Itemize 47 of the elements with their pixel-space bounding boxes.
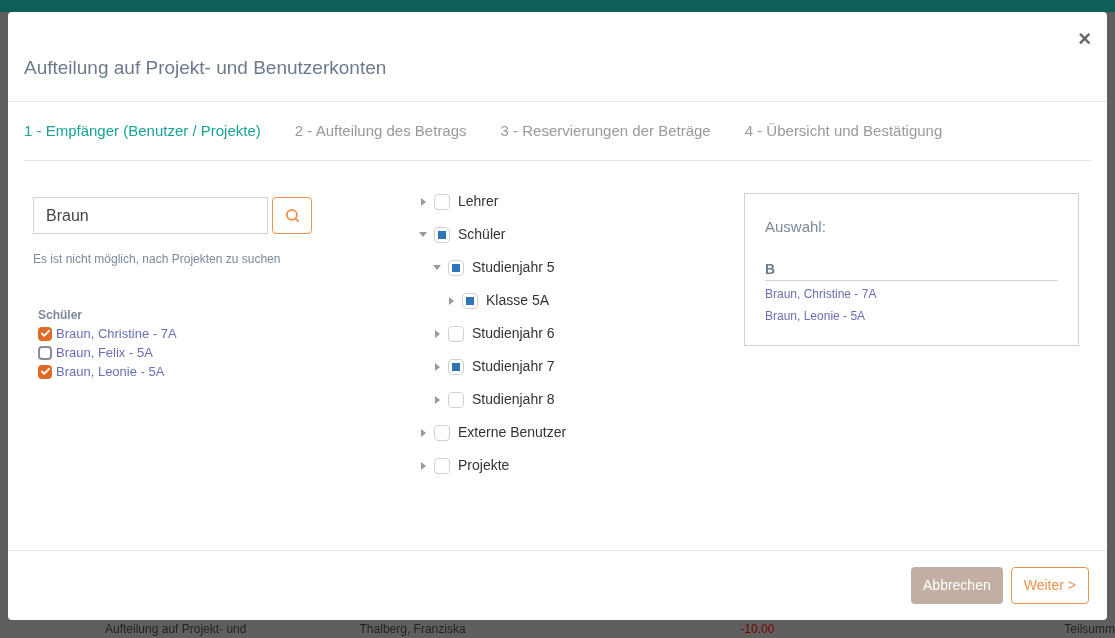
- selection-heading: Auswahl:: [765, 217, 827, 237]
- selected-recipient[interactable]: Braun, Christine - 7A: [765, 284, 1058, 303]
- tree-label[interactable]: Studienjahr 6: [472, 323, 555, 344]
- check-icon: [39, 366, 51, 377]
- tree-checkbox[interactable]: [434, 457, 450, 474]
- result-label[interactable]: Braun, Felix - 5A: [56, 342, 153, 363]
- background-table-cell-text: -10.00: [739, 621, 775, 638]
- search-field[interactable]: Braun: [33, 197, 268, 234]
- tree-label[interactable]: Studienjahr 5: [472, 257, 555, 278]
- check-icon: [39, 328, 51, 339]
- background-table-cell-text: Thalberg, Franziska: [359, 621, 467, 638]
- result-label[interactable]: Braun, Leonie - 5A: [56, 361, 165, 382]
- tree-label[interactable]: Studienjahr 7: [472, 356, 555, 377]
- tree-checkbox[interactable]: [448, 259, 464, 276]
- tree-checkbox[interactable]: [448, 358, 464, 375]
- background-table-cell-text: Aufteilung auf Projekt- und: [105, 621, 248, 638]
- tree-label[interactable]: Studienjahr 8: [472, 389, 555, 410]
- results-heading: Schüler: [38, 307, 83, 324]
- step-tab[interactable]: 4 - Übersicht und Bestätigung: [744, 119, 943, 142]
- group-letter: B: [765, 258, 1058, 281]
- caret-down-icon[interactable]: [416, 232, 430, 237]
- selected-recipient[interactable]: Braun, Leonie - 5A: [765, 306, 1058, 325]
- step-tab[interactable]: 1 - Empfänger (Benutzer / Projekte): [24, 119, 261, 142]
- tree-checkbox[interactable]: [434, 424, 450, 441]
- tree-label[interactable]: Lehrer: [458, 191, 499, 212]
- search-button[interactable]: [272, 197, 312, 234]
- tree-label[interactable]: Schüler: [458, 224, 506, 245]
- tree-checkbox[interactable]: [448, 391, 464, 408]
- tree-checkbox[interactable]: [434, 193, 450, 210]
- tree-checkbox[interactable]: [434, 226, 450, 243]
- tree-label[interactable]: Externe Benutzer: [458, 422, 567, 443]
- close-button[interactable]: ×: [1076, 26, 1093, 52]
- search-hint: Es ist nicht möglich, nach Projekten zu suchen: [33, 251, 282, 268]
- step-tab[interactable]: 2 - Aufteilung des Betrags: [294, 119, 467, 142]
- step-tab[interactable]: 3 - Reservierungen der Beträge: [500, 119, 711, 142]
- result-label[interactable]: Braun, Christine - 7A: [56, 323, 177, 344]
- background-table-cell-text: Teilsumm: [1064, 621, 1115, 638]
- result-checkbox[interactable]: [38, 326, 52, 341]
- result-checkbox[interactable]: [38, 364, 52, 379]
- search-icon: [284, 208, 300, 223]
- tree-label[interactable]: Projekte: [458, 455, 510, 476]
- tree-checkbox[interactable]: [462, 292, 478, 309]
- tree-label[interactable]: Klasse 5A: [486, 290, 550, 311]
- dialog-title: Aufteilung auf Projekt- und Benutzerkonten: [8, 52, 1107, 102]
- caret-down-icon[interactable]: [430, 265, 444, 270]
- tree-checkbox[interactable]: [448, 325, 464, 342]
- result-checkbox[interactable]: [38, 345, 52, 360]
